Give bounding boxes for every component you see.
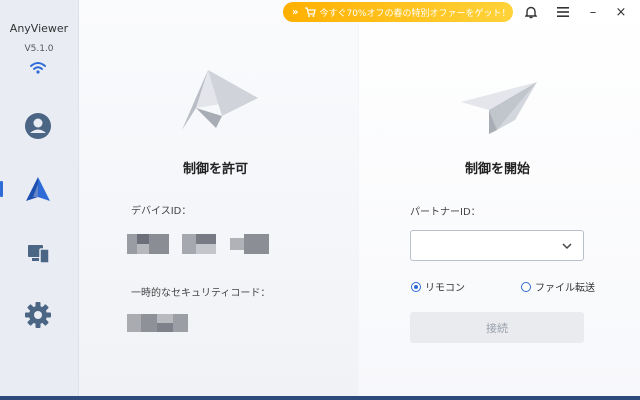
taskbar-edge: [0, 396, 640, 400]
sidebar: AnyViewer V5.1.0: [0, 0, 79, 400]
paper-plane-icon: [182, 70, 258, 130]
device-id-value-pixelated: [127, 234, 269, 254]
minimize-button[interactable]: –: [585, 4, 601, 20]
app-version: V5.1.0: [24, 44, 54, 54]
device-id-label: デバイスID：: [131, 206, 192, 217]
close-button[interactable]: ×: [613, 4, 629, 20]
devices-icon: [28, 245, 50, 264]
mode-remote-control-label: リモコン: [425, 283, 465, 294]
sidebar-item-remote-control[interactable]: [20, 171, 56, 207]
connect-button[interactable]: 接続: [410, 312, 584, 343]
mode-remote-control-radio[interactable]: リモコン: [411, 279, 465, 294]
gear-icon: [25, 302, 51, 328]
menu-icon[interactable]: [555, 4, 571, 20]
sidebar-item-settings[interactable]: [20, 297, 56, 333]
double-chevron-icon: »: [292, 6, 299, 18]
promo-text: 今すぐ70%オフの春の特別オファーをゲット！: [319, 8, 511, 19]
allow-control-title: 制御を許可: [183, 162, 249, 177]
allow-control-panel: [79, 0, 358, 400]
promo-banner[interactable]: » 今すぐ70%オフの春の特別オファーをゲット！: [283, 2, 513, 22]
app-name: AnyViewer: [9, 22, 69, 35]
radio-selected-icon: [411, 281, 421, 292]
sidebar-active-indicator: [0, 181, 3, 197]
notification-bell-icon[interactable]: [523, 4, 539, 20]
temp-code-value-pixelated: [127, 314, 188, 332]
cart-icon: [305, 7, 317, 17]
sidebar-item-devices[interactable]: [20, 235, 56, 271]
chevron-down-icon[interactable]: [561, 240, 573, 252]
user-circle-icon: [25, 113, 51, 139]
anyviewer-logo-icon: [26, 177, 50, 201]
partner-id-label: パートナーID：: [410, 207, 481, 218]
wifi-icon: [30, 62, 46, 74]
start-control-title: 制御を開始: [465, 162, 531, 177]
partner-id-input[interactable]: [410, 230, 584, 261]
mode-file-transfer-label: ファイル転送: [535, 283, 595, 294]
mode-file-transfer-radio[interactable]: ファイル転送: [521, 279, 595, 294]
temp-code-label: 一時的なセキュリティコード：: [131, 288, 271, 299]
radio-unselected-icon: [521, 281, 531, 292]
sidebar-item-account[interactable]: [20, 108, 56, 144]
paper-plane-icon: [461, 82, 537, 134]
